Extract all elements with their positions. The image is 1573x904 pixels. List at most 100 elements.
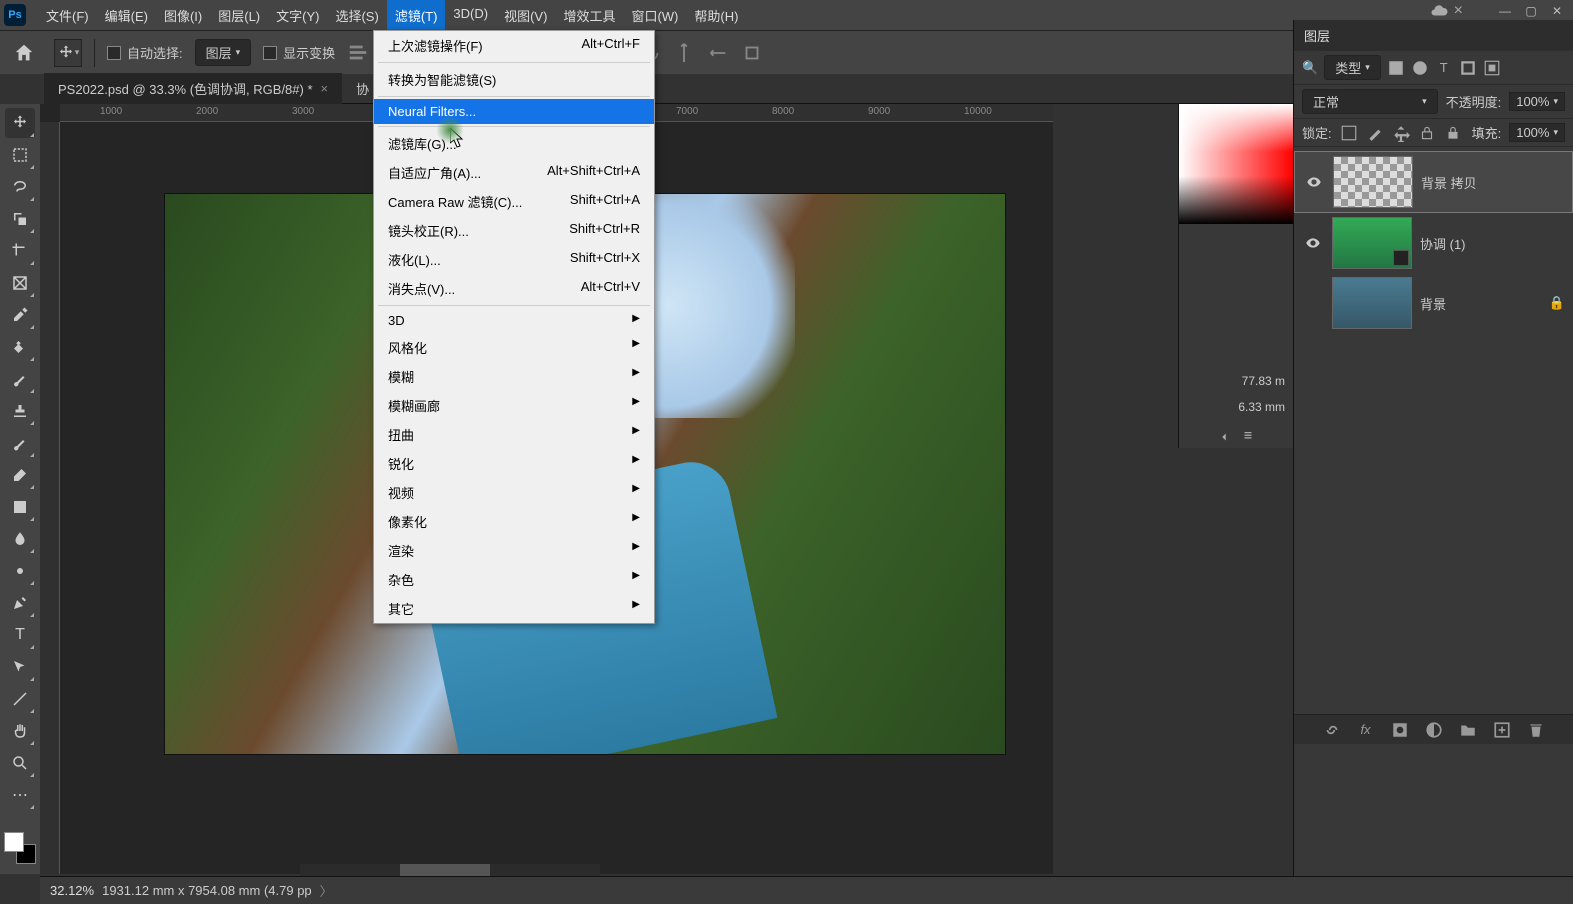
- zoom-tool[interactable]: [5, 748, 35, 778]
- edit-toolbar[interactable]: ⋯: [5, 780, 35, 810]
- menu-wide-angle[interactable]: 自适应广角(A)...Alt+Shift+Ctrl+A: [374, 158, 654, 187]
- menu-10[interactable]: 窗口(W): [623, 0, 686, 31]
- eraser-tool[interactable]: [5, 460, 35, 490]
- hand-tool[interactable]: [5, 716, 35, 746]
- menu-1[interactable]: 编辑(E): [97, 0, 156, 31]
- lock-pos-icon[interactable]: [1392, 124, 1410, 142]
- new-layer-button[interactable]: [1493, 721, 1511, 739]
- scrollbar-horizontal[interactable]: [300, 864, 600, 876]
- 3d-scale-button[interactable]: [741, 42, 763, 64]
- submenu-视频[interactable]: 视频▶: [374, 478, 654, 507]
- chevron-right-icon[interactable]: 〉: [320, 881, 333, 900]
- lock-trans-icon[interactable]: [1340, 124, 1358, 142]
- menu-3[interactable]: 图层(L): [210, 0, 268, 31]
- submenu-其它[interactable]: 其它▶: [374, 594, 654, 623]
- menu-camera-raw[interactable]: Camera Raw 滤镜(C)...Shift+Ctrl+A: [374, 187, 654, 216]
- filter-adjust-icon[interactable]: [1411, 59, 1429, 77]
- brush-tool[interactable]: [5, 364, 35, 394]
- object-select-tool[interactable]: [5, 204, 35, 234]
- lock-nest-icon[interactable]: [1418, 124, 1436, 142]
- marquee-tool[interactable]: [5, 140, 35, 170]
- auto-select-check[interactable]: 自动选择:: [107, 43, 183, 62]
- layer-row[interactable]: 协调 (1): [1294, 213, 1573, 273]
- color-panel[interactable]: [1178, 104, 1293, 224]
- show-transform-check[interactable]: 显示变换: [263, 43, 335, 62]
- lasso-tool[interactable]: [5, 172, 35, 202]
- submenu-杂色[interactable]: 杂色▶: [374, 565, 654, 594]
- delete-layer-button[interactable]: [1527, 721, 1545, 739]
- filter-shape-icon[interactable]: [1459, 59, 1477, 77]
- dodge-tool[interactable]: [5, 556, 35, 586]
- menu-liquify[interactable]: 液化(L)...Shift+Ctrl+X: [374, 245, 654, 274]
- 3d-slide-button[interactable]: [707, 42, 729, 64]
- crop-tool[interactable]: [5, 236, 35, 266]
- menu-8[interactable]: 视图(V): [496, 0, 555, 31]
- menu-lens-correction[interactable]: 镜头校正(R)...Shift+Ctrl+R: [374, 216, 654, 245]
- link-layers-button[interactable]: [1323, 721, 1341, 739]
- align-left-button[interactable]: [347, 42, 369, 64]
- menu-last-filter[interactable]: 上次滤镜操作(F)Alt+Ctrl+F: [374, 31, 654, 60]
- menu-11[interactable]: 帮助(H): [686, 0, 746, 31]
- filter-smart-icon[interactable]: [1483, 59, 1501, 77]
- maximize-button[interactable]: ▢: [1519, 2, 1543, 20]
- menu-2[interactable]: 图像(I): [156, 0, 210, 31]
- submenu-像素化[interactable]: 像素化▶: [374, 507, 654, 536]
- menu-0[interactable]: 文件(F): [38, 0, 97, 31]
- submenu-3D[interactable]: 3D▶: [374, 308, 654, 333]
- menu-neural-filters[interactable]: Neural Filters...: [374, 99, 654, 124]
- home-button[interactable]: [6, 35, 42, 71]
- auto-select-target[interactable]: 图层 ▾: [195, 39, 252, 66]
- menu-filter-gallery[interactable]: 滤镜库(G)...: [374, 129, 654, 158]
- menu-5[interactable]: 选择(S): [327, 0, 386, 31]
- path-tool[interactable]: [5, 652, 35, 682]
- align-last-icon[interactable]: [1241, 430, 1255, 444]
- opacity-input[interactable]: 100%▾: [1509, 92, 1565, 111]
- blend-mode-dd[interactable]: 正常▾: [1302, 89, 1438, 114]
- mask-button[interactable]: [1391, 721, 1409, 739]
- tool-preset[interactable]: ▾: [54, 39, 82, 67]
- filter-type-dd[interactable]: 类型▾: [1324, 55, 1381, 80]
- document-tab[interactable]: PS2022.psd @ 33.3% (色调协调, RGB/8#) * ×: [44, 73, 342, 104]
- fill-input[interactable]: 100%▾: [1509, 123, 1565, 142]
- stamp-tool[interactable]: [5, 396, 35, 426]
- submenu-扭曲[interactable]: 扭曲▶: [374, 420, 654, 449]
- healing-tool[interactable]: [5, 332, 35, 362]
- menu-6[interactable]: 滤镜(T): [387, 0, 446, 31]
- color-swatches[interactable]: [4, 832, 36, 864]
- layer-row[interactable]: 背景🔒: [1294, 273, 1573, 333]
- fx-button[interactable]: fx: [1357, 721, 1375, 739]
- history-brush-tool[interactable]: [5, 428, 35, 458]
- menu-7[interactable]: 3D(D): [445, 0, 496, 31]
- zoom-value[interactable]: 32.12%: [50, 883, 94, 898]
- lock-all-icon[interactable]: [1444, 124, 1462, 142]
- close-button[interactable]: ✕: [1545, 2, 1569, 20]
- submenu-风格化[interactable]: 风格化▶: [374, 333, 654, 362]
- menu-vanishing[interactable]: 消失点(V)...Alt+Ctrl+V: [374, 274, 654, 303]
- move-tool[interactable]: [5, 108, 35, 138]
- submenu-模糊[interactable]: 模糊▶: [374, 362, 654, 391]
- submenu-模糊画廊[interactable]: 模糊画廊▶: [374, 391, 654, 420]
- lock-paint-icon[interactable]: [1366, 124, 1384, 142]
- frame-tool[interactable]: [5, 268, 35, 298]
- pen-tool[interactable]: [5, 588, 35, 618]
- eyedropper-tool[interactable]: [5, 300, 35, 330]
- tab-close-icon[interactable]: ×: [321, 81, 329, 96]
- fg-color-swatch[interactable]: [4, 832, 24, 852]
- layer-row[interactable]: 背景 拷贝: [1294, 151, 1573, 213]
- close-doc-icon[interactable]: ×: [1454, 2, 1463, 20]
- submenu-渲染[interactable]: 渲染▶: [374, 536, 654, 565]
- menu-9[interactable]: 增效工具: [555, 0, 623, 31]
- minimize-button[interactable]: —: [1493, 2, 1517, 20]
- submenu-锐化[interactable]: 锐化▶: [374, 449, 654, 478]
- group-button[interactable]: [1459, 721, 1477, 739]
- type-tool[interactable]: T: [5, 620, 35, 650]
- menu-smart-filter[interactable]: 转换为智能滤镜(S): [374, 65, 654, 94]
- eye-icon[interactable]: [1306, 174, 1322, 190]
- filter-text-icon[interactable]: T: [1435, 59, 1453, 77]
- line-tool[interactable]: [5, 684, 35, 714]
- gradient-tool[interactable]: [5, 492, 35, 522]
- menu-4[interactable]: 文字(Y): [268, 0, 327, 31]
- 3d-pan-button[interactable]: [673, 42, 695, 64]
- align-first-icon[interactable]: [1217, 430, 1231, 444]
- filter-pixel-icon[interactable]: [1387, 59, 1405, 77]
